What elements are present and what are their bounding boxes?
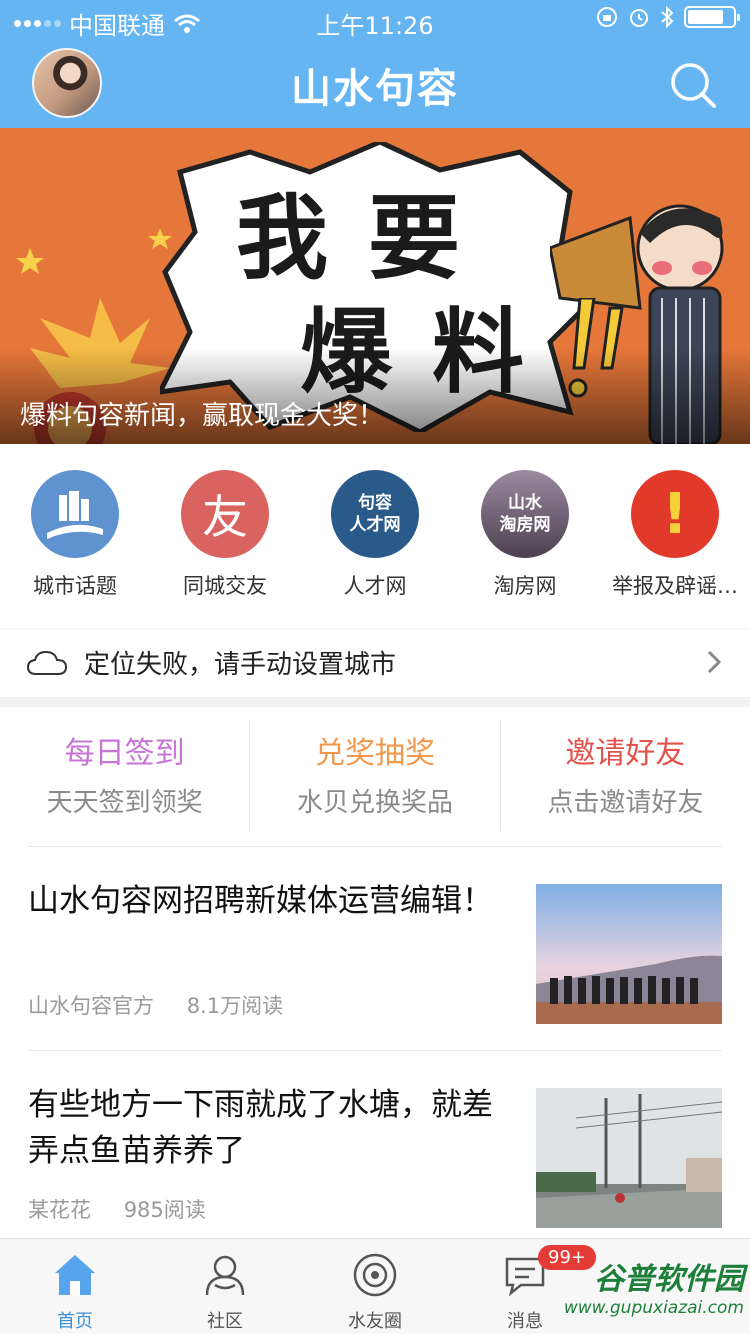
promo-banner[interactable]: 我要 爆料 爆料句容新闻，赢取现金大奖！	[0, 128, 750, 444]
tab-label: 水友圈	[348, 1311, 402, 1332]
quick-link-housing[interactable]: 山水 淘房网 淘房网	[450, 470, 600, 600]
promo-subtitle: 点击邀请好友	[547, 788, 704, 818]
house-network-icon: 山水 淘房网	[481, 470, 569, 558]
alarm-icon	[630, 9, 648, 27]
quick-link-label: 城市话题	[33, 574, 117, 598]
quick-link-talent[interactable]: 句容 人才网 人才网	[300, 470, 450, 600]
tab-home[interactable]: 首页	[0, 1239, 150, 1334]
tab-label: 首页	[57, 1311, 93, 1332]
news-author: 山水句容官方	[28, 994, 154, 1018]
cloud-icon	[26, 650, 68, 675]
promo-lottery[interactable]: 兑奖抽奖 水贝兑换奖品	[250, 720, 501, 830]
tab-label: 社区	[207, 1311, 243, 1332]
news-title: 山水句容网招聘新媒体运营编辑！	[28, 883, 493, 919]
quick-link-label: 淘房网	[493, 574, 557, 598]
news-item[interactable]: 有些地方一下雨就成了水塘，就差弄点鱼苗养养了 某花花 985阅读	[28, 1082, 722, 1242]
news-reads: 985阅读	[123, 1198, 206, 1222]
promo-invite[interactable]: 邀请好友 点击邀请好友	[501, 720, 750, 830]
divider	[28, 846, 722, 847]
news-meta: 某花花 985阅读	[28, 1194, 232, 1224]
promo-daily-checkin[interactable]: 每日签到 天天签到领奖	[0, 720, 251, 830]
circle-icon	[353, 1253, 397, 1297]
battery-icon	[684, 6, 740, 28]
section-separator	[0, 697, 750, 707]
promo-title: 邀请好友	[565, 736, 686, 771]
app-header: 中国联通 上午11:26 山水句容	[0, 0, 750, 128]
talent-network-icon: 句容 人才网	[331, 470, 419, 558]
news-thumbnail	[536, 884, 722, 1024]
bluetooth-icon	[661, 6, 674, 28]
quick-links: 城市话题 友 同城交友 句容 人才网 人才网 山水 淘房网 淘房网 ! 举报及辟…	[0, 470, 750, 600]
quick-link-label: 举报及辟谣…	[612, 574, 738, 598]
location-text: 定位失败，请手动设置城市	[84, 650, 397, 680]
tab-community[interactable]: 社区	[150, 1239, 300, 1334]
quick-link-label: 同城交友	[183, 574, 267, 598]
city-road-icon	[31, 470, 119, 558]
search-icon[interactable]	[668, 60, 718, 110]
quick-link-friends[interactable]: 友 同城交友	[150, 470, 300, 600]
quick-link-city-topic[interactable]: 城市话题	[0, 470, 150, 600]
promo-title: 每日签到	[64, 736, 185, 771]
watermark-url: www.gupuxiazai.com	[563, 1298, 744, 1318]
promo-subtitle: 天天签到领奖	[46, 788, 203, 818]
news-meta: 山水句容官方 8.1万阅读	[28, 990, 309, 1020]
news-reads: 8.1万阅读	[186, 994, 284, 1018]
quick-link-report[interactable]: ! 举报及辟谣…	[600, 470, 750, 600]
promo-subtitle: 水贝兑换奖品	[296, 788, 453, 818]
community-icon	[205, 1255, 245, 1296]
news-thumbnail	[536, 1088, 722, 1228]
chevron-right-icon	[707, 650, 722, 674]
promo-title: 兑奖抽奖	[314, 736, 435, 771]
location-row[interactable]: 定位失败，请手动设置城市	[0, 628, 750, 696]
news-item[interactable]: 山水句容网招聘新媒体运营编辑！ 山水句容官方 8.1万阅读	[28, 878, 722, 1038]
banner-caption: 爆料句容新闻，赢取现金大奖！	[20, 401, 385, 431]
watermark: 谷普软件园 www.gupuxiazai.com	[504, 1254, 744, 1330]
report-alert-icon: !	[631, 470, 719, 558]
news-title: 有些地方一下雨就成了水塘，就差弄点鱼苗养养了	[28, 1087, 493, 1169]
status-right	[596, 6, 740, 28]
watermark-name: 谷普软件园	[594, 1262, 744, 1297]
battery-fill	[688, 10, 724, 24]
rotation-lock-icon	[597, 7, 617, 27]
news-author: 某花花	[28, 1198, 91, 1222]
divider	[28, 1050, 722, 1051]
tab-water-circle[interactable]: 水友圈	[300, 1239, 450, 1334]
app-title: 山水句容	[291, 66, 459, 112]
status-bar: 中国联通 上午11:26	[0, 0, 750, 40]
promo-row: 每日签到 天天签到领奖 兑奖抽奖 水贝兑换奖品 邀请好友 点击邀请好友	[0, 720, 750, 830]
home-icon	[55, 1255, 95, 1295]
quick-link-label: 人才网	[343, 574, 407, 598]
friend-icon: 友	[181, 470, 269, 558]
